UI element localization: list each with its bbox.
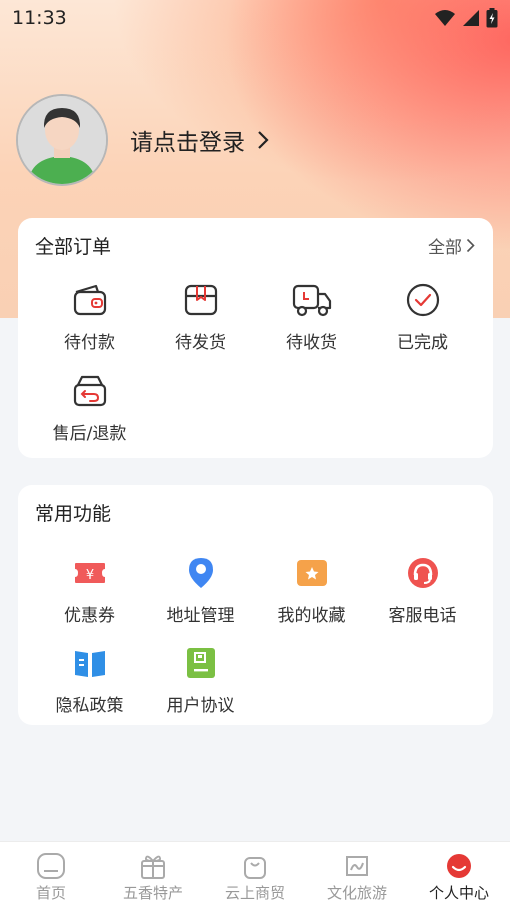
battery-icon [486,8,498,28]
tab-cloud-commerce[interactable]: 云上商贸 [204,842,306,907]
gift-icon [137,852,169,880]
orders-card: 全部订单 全部 待付款 待发货 待收货 已完成 售后/退款 [18,218,493,458]
function-item-privacy-policy[interactable]: 隐私政策 [34,643,145,716]
function-item-label: 我的收藏 [277,606,346,626]
order-item-completed[interactable]: 已完成 [367,280,478,353]
bottom-tab-bar: 首页 五香特产 云上商贸 文化旅游 个人中心 [0,841,510,907]
agreement-icon [181,643,221,683]
function-item-label: 用户协议 [166,696,235,716]
tab-label: 文化旅游 [326,884,387,902]
package-icon [181,280,221,320]
order-item-label: 待收货 [286,333,337,353]
order-item-label: 待付款 [64,333,115,353]
orders-title: 全部订单 [35,236,112,258]
function-item-label: 隐私政策 [55,696,124,716]
function-item-label: 优惠券 [64,606,115,626]
culture-travel-icon [341,852,373,880]
order-item-label: 已完成 [397,333,448,353]
function-item-favorites[interactable]: 我的收藏 [256,553,367,626]
tab-culture-travel[interactable]: 文化旅游 [306,842,408,907]
function-item-label: 客服电话 [388,606,457,626]
book-icon [70,643,110,683]
return-box-icon [70,371,110,411]
svg-text:¥: ¥ [85,568,93,583]
function-item-coupons[interactable]: ¥ 优惠券 [34,553,145,626]
order-item-to-ship[interactable]: 待发货 [145,280,256,353]
function-item-customer-service[interactable]: 客服电话 [367,553,478,626]
avatar[interactable] [16,94,108,186]
coupon-icon: ¥ [70,553,110,593]
function-item-user-agreement[interactable]: 用户协议 [145,643,256,716]
profile-section[interactable]: 请点击登录 [16,94,269,186]
order-item-after-sales[interactable]: 售后/退款 [34,371,145,444]
home-icon [35,852,67,880]
function-item-label: 地址管理 [166,606,235,626]
login-text: 请点击登录 [130,130,245,156]
tab-label: 首页 [35,884,66,902]
chevron-right-icon [258,131,269,149]
tab-home[interactable]: 首页 [0,842,102,907]
orders-view-all-link[interactable]: 全部 [428,233,475,258]
tab-local-specialties[interactable]: 五香特产 [102,842,204,907]
signal-icon [463,10,479,26]
profile-smile-icon [443,852,475,880]
order-item-label: 待发货 [175,333,226,353]
location-pin-icon [181,553,221,593]
wallet-icon [70,280,110,320]
orders-view-all-label: 全部 [428,238,462,258]
favorite-icon [292,553,332,593]
tab-personal-center[interactable]: 个人中心 [408,842,510,907]
status-icons [434,8,498,28]
truck-icon [292,280,332,320]
shopping-bag-icon [239,852,271,880]
functions-title: 常用功能 [35,503,112,525]
order-item-pending-payment[interactable]: 待付款 [34,280,145,353]
status-bar: 11:33 [0,0,510,36]
default-avatar-icon [18,96,106,184]
tab-label: 个人中心 [428,884,489,902]
check-circle-icon [403,280,443,320]
function-item-address[interactable]: 地址管理 [145,553,256,626]
tab-label: 五香特产 [122,884,183,902]
common-functions-card: 常用功能 ¥ 优惠券 地址管理 我的收藏 客服电话 隐私政策 用户协议 [18,485,493,725]
headset-icon [403,553,443,593]
tab-label: 云上商贸 [224,884,285,902]
order-item-to-receive[interactable]: 待收货 [256,280,367,353]
login-link[interactable]: 请点击登录 [130,123,269,157]
chevron-right-icon [466,238,475,253]
order-item-label: 售后/退款 [52,424,127,444]
status-time: 11:33 [12,7,67,29]
wifi-icon [435,10,455,26]
